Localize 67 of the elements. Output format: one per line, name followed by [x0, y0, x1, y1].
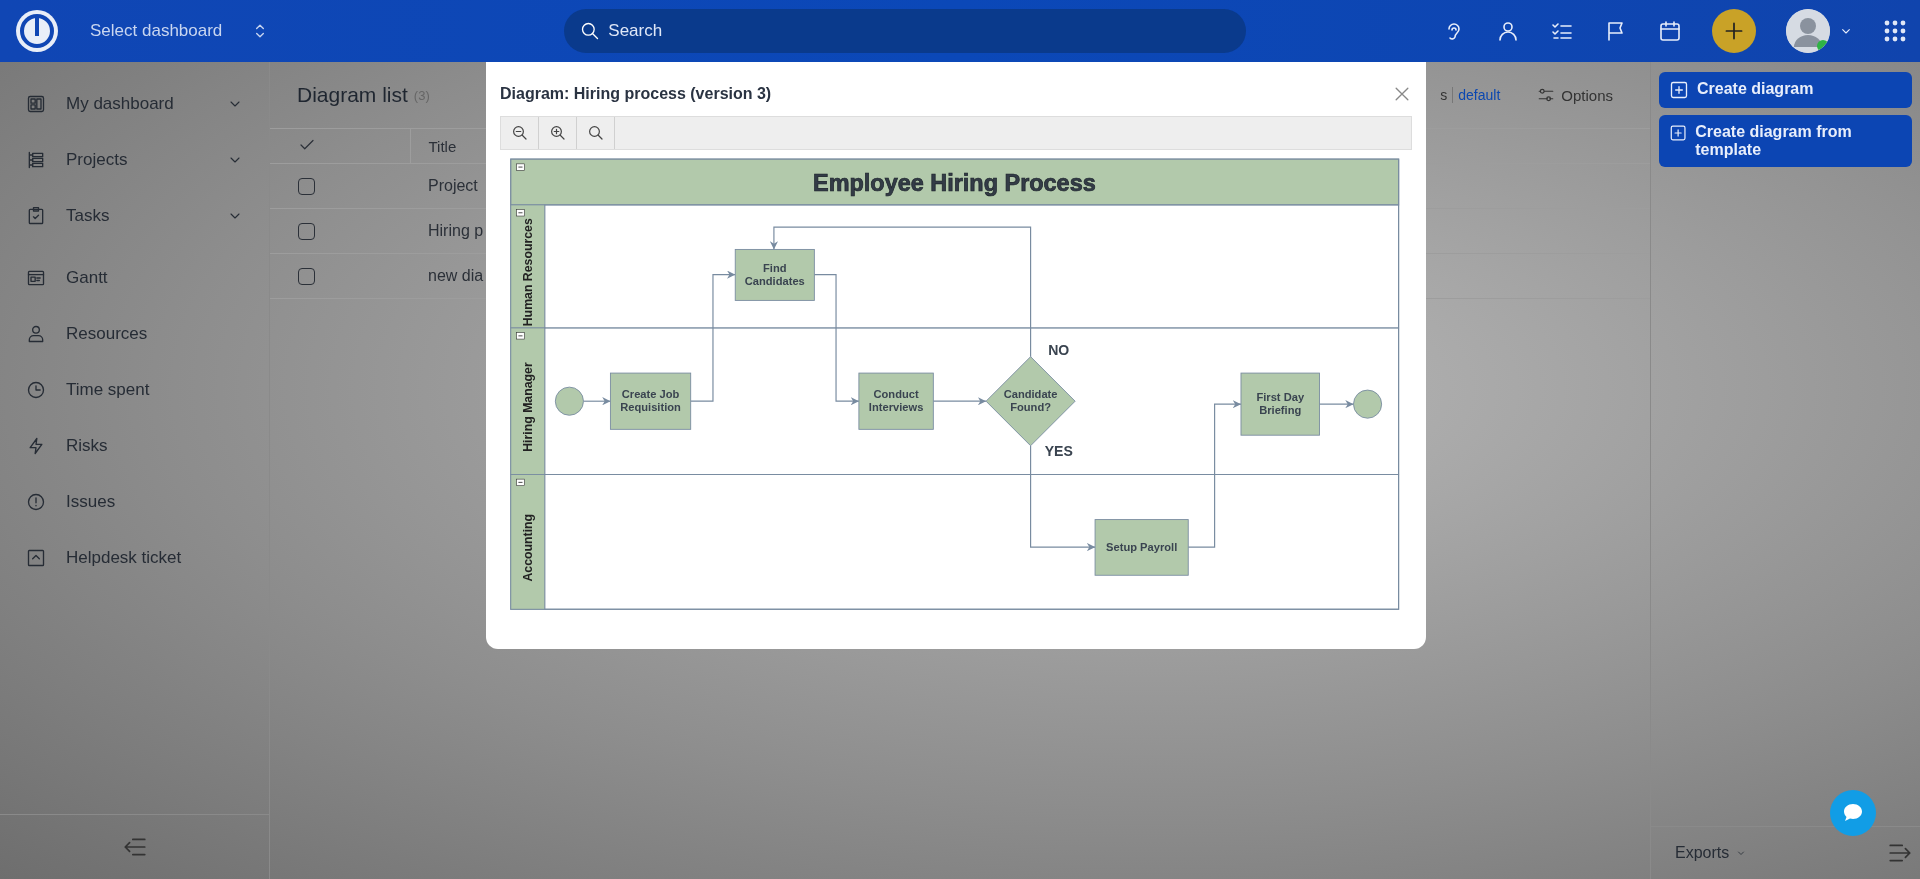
- plus-square-icon: [1669, 123, 1688, 143]
- collapse-icon[interactable]: [516, 163, 525, 171]
- logo-icon[interactable]: [14, 8, 60, 54]
- calendar-icon: [1658, 19, 1682, 43]
- plus-square-icon: [1669, 80, 1689, 100]
- branch-label: NO: [1048, 341, 1070, 358]
- create-button[interactable]: Create diagram from template: [1659, 115, 1912, 167]
- connector-arrow: [1318, 400, 1355, 409]
- calendar-button[interactable]: [1658, 19, 1682, 43]
- lane-label: Accounting: [520, 513, 535, 582]
- avatar[interactable]: [1786, 9, 1830, 53]
- add-button[interactable]: [1712, 9, 1756, 53]
- row-checkbox[interactable]: [298, 177, 315, 195]
- collapse-icon[interactable]: [516, 209, 525, 217]
- create-button[interactable]: Create diagram: [1659, 72, 1912, 108]
- search-icon: [586, 124, 605, 142]
- gantt-icon: [26, 268, 46, 288]
- node-label: Conduct Interviews: [867, 387, 925, 415]
- person-icon: [26, 324, 46, 344]
- search-field[interactable]: Search: [564, 9, 1247, 53]
- clock-icon: [26, 380, 46, 400]
- exports-dropdown[interactable]: Exports: [1669, 843, 1754, 863]
- toolbar-text: s: [1440, 87, 1448, 103]
- node-label: Candidate Found?: [1002, 387, 1059, 415]
- connector-arrow: [582, 397, 611, 406]
- apps-grid-button[interactable]: [1884, 20, 1906, 42]
- alert-icon: [26, 492, 46, 512]
- sidebar-item[interactable]: Helpdesk ticket: [0, 530, 269, 586]
- dialog-title: Diagram: Hiring process (version 3): [500, 85, 773, 103]
- event-circle: [1353, 389, 1383, 419]
- page-title: Diagram list: [297, 83, 408, 107]
- helpdesk-icon: [26, 548, 46, 568]
- zoom-in-icon: [548, 124, 567, 142]
- sliders-icon: [1537, 86, 1556, 104]
- connector-arrow: [932, 397, 987, 406]
- user-icon: [1496, 19, 1520, 43]
- diagram-title: Employee Hiring Process: [813, 170, 1096, 197]
- lane-label: Human Resources: [520, 218, 535, 327]
- row-checkbox[interactable]: [298, 267, 315, 285]
- sidebar-item[interactable]: Issues: [0, 474, 269, 530]
- grid-icon: [1884, 20, 1906, 42]
- node-label: Create Job Requisition: [619, 387, 682, 415]
- node-label: Find Candidates: [743, 261, 806, 289]
- sidebar-item[interactable]: Time spent: [0, 362, 269, 418]
- lane-label: Hiring Manager: [520, 362, 535, 452]
- clipboard-check-icon: [26, 206, 46, 226]
- hierarchy-icon: [26, 150, 46, 170]
- user-button[interactable]: [1496, 19, 1520, 43]
- sidebar-item[interactable]: Resources: [0, 306, 269, 362]
- row-checkbox[interactable]: [298, 222, 315, 240]
- event-circle: [554, 386, 584, 416]
- view-link[interactable]: default: [1458, 87, 1501, 103]
- sidebar-item[interactable]: Projects: [0, 132, 269, 188]
- options-button[interactable]: Options: [1537, 86, 1613, 104]
- sidebar-item[interactable]: My dashboard: [0, 76, 269, 132]
- dashboard-selector[interactable]: Select dashboard: [84, 19, 277, 43]
- collapse-icon[interactable]: [516, 332, 525, 340]
- sidebar-item[interactable]: Gantt: [0, 250, 269, 306]
- sidebar-item[interactable]: Risks: [0, 418, 269, 474]
- sidebar-item[interactable]: Tasks: [0, 188, 269, 244]
- branch-label: YES: [1044, 442, 1073, 459]
- dashboard-icon: [26, 94, 46, 114]
- collapse-icon[interactable]: [516, 478, 525, 486]
- node-label: Setup Payroll: [1106, 540, 1178, 555]
- search-icon: [580, 21, 601, 41]
- node-label: First Day Briefing: [1255, 390, 1306, 418]
- zoom-out-icon: [510, 124, 529, 142]
